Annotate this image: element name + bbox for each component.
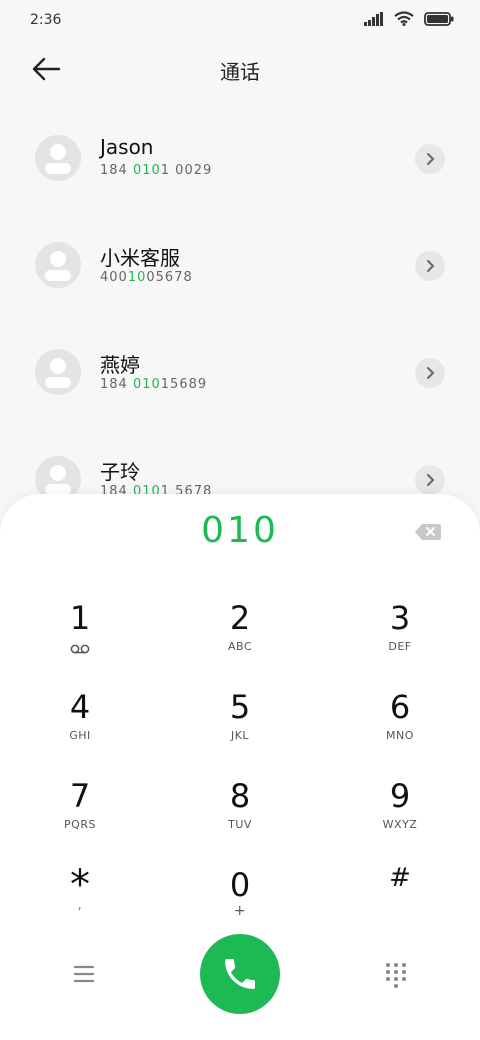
contact-number: 184 0101 0029 (100, 163, 213, 178)
dial-key-hash[interactable]: # (325, 858, 475, 938)
key-digit: 3 (389, 599, 411, 637)
voicemail-icon (70, 644, 90, 654)
contact-row[interactable]: 燕婷 184 01015689 (0, 319, 480, 426)
header: 通话 (0, 40, 480, 100)
menu-icon (73, 965, 95, 983)
status-time: 2:36 (30, 12, 62, 28)
contact-row[interactable]: Jason 184 0101 0029 (0, 105, 480, 212)
chevron-right-icon (427, 153, 435, 165)
dialpad-panel: 010 1 2 ABC 3 DEF 4 GHI 5 JKL 6 MNO 7 PQ… (0, 494, 480, 1040)
key-letters: , (78, 899, 82, 912)
signal-icon (364, 11, 383, 26)
dialpad-toggle-button[interactable] (384, 962, 408, 988)
status-icons (364, 11, 454, 26)
call-button[interactable] (200, 934, 280, 1014)
key-digit: 1 (69, 599, 91, 637)
dial-input[interactable]: 010 (0, 510, 480, 551)
wifi-icon (394, 11, 414, 26)
key-letters: GHI (69, 729, 91, 742)
menu-button[interactable] (72, 962, 98, 986)
avatar (35, 135, 81, 181)
key-digit: 5 (229, 688, 251, 726)
backspace-icon (415, 524, 441, 540)
key-digit: 8 (229, 777, 251, 815)
dial-key-8[interactable]: 8 TUV (165, 776, 315, 856)
key-letters: MNO (386, 729, 414, 742)
key-digit: 9 (389, 777, 411, 815)
contact-name: 燕婷 (100, 353, 140, 377)
dial-key-5[interactable]: 5 JKL (165, 687, 315, 767)
dial-key-1[interactable]: 1 (5, 598, 155, 678)
contact-detail-button[interactable] (415, 144, 445, 174)
contact-detail-button[interactable] (415, 465, 445, 495)
phone-icon (225, 959, 255, 989)
contact-detail-button[interactable] (415, 251, 445, 281)
status-bar: 2:36 (0, 0, 480, 40)
dial-key-2[interactable]: 2 ABC (165, 598, 315, 678)
dial-key-0[interactable]: 0 + (165, 865, 315, 945)
chevron-right-icon (427, 474, 435, 486)
key-digit: 6 (389, 688, 411, 726)
avatar (35, 349, 81, 395)
dial-key-9[interactable]: 9 WXYZ (325, 776, 475, 856)
contact-number: 4001005678 (100, 270, 193, 285)
chevron-right-icon (427, 260, 435, 272)
contact-detail-button[interactable] (415, 358, 445, 388)
dial-key-3[interactable]: 3 DEF (325, 598, 475, 678)
battery-icon (424, 11, 454, 26)
backspace-button[interactable] (414, 522, 442, 542)
contact-name: 小米客服 (100, 246, 180, 270)
dial-key-7[interactable]: 7 PQRS (5, 776, 155, 856)
key-letters: TUV (228, 818, 252, 831)
dial-key-star[interactable]: * , (5, 865, 155, 945)
key-letters: PQRS (64, 818, 96, 831)
key-digit: 7 (69, 777, 91, 815)
page-title: 通话 (220, 60, 260, 84)
contact-name: 子玲 (100, 460, 140, 484)
key-letters: + (233, 903, 247, 919)
key-digit: # (389, 863, 411, 893)
dial-key-6[interactable]: 6 MNO (325, 687, 475, 767)
contact-name: Jason (100, 135, 154, 159)
key-letters: JKL (230, 729, 250, 742)
contact-row[interactable]: 小米客服 4001005678 (0, 212, 480, 319)
key-letters: ABC (227, 640, 253, 653)
chevron-right-icon (427, 367, 435, 379)
contact-list: Jason 184 0101 0029 小米客服 4001005678 燕婷 1… (0, 105, 480, 533)
contact-number: 184 01015689 (100, 377, 208, 392)
key-digit: 4 (69, 688, 91, 726)
key-letters: WXYZ (382, 818, 418, 831)
dial-key-4[interactable]: 4 GHI (5, 687, 155, 767)
key-digit: 0 (229, 866, 251, 904)
key-digit: 2 (229, 599, 251, 637)
avatar (35, 242, 81, 288)
dialpad-grid-icon (386, 963, 406, 988)
key-letters: DEF (388, 640, 412, 653)
